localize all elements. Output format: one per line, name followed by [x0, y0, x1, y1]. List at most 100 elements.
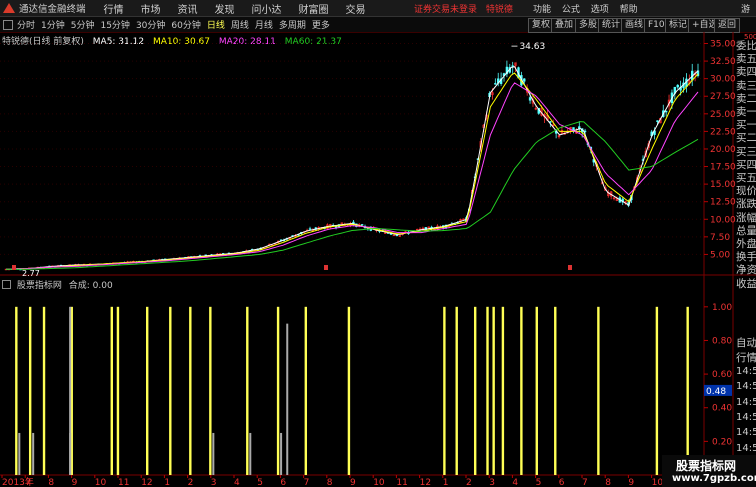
x-tick-label-27: 9: [628, 478, 634, 487]
signal-bar-24: [655, 306, 659, 475]
ma-line-ma60: [6, 121, 699, 270]
signal-bar-23: [597, 306, 600, 475]
secondary-bar-4: [212, 432, 215, 475]
back-button[interactable]: 返回: [714, 18, 741, 33]
app-title: 通达信金融终端: [19, 4, 86, 15]
signal-bar-15: [455, 306, 458, 475]
x-tick-label-16: 10: [373, 478, 385, 487]
x-tick-label-15: 9: [350, 478, 356, 487]
y-tick-label-10: 30.00: [710, 75, 736, 85]
x-tick-label-5: 11: [118, 478, 129, 487]
period-tick[interactable]: 分时: [17, 18, 35, 31]
ind-current-value: 0.48: [706, 387, 726, 397]
x-tick-label-10: 4: [234, 478, 240, 487]
y-tick-label-1: 7.50: [710, 233, 730, 243]
period-5min[interactable]: 5分钟: [71, 18, 95, 31]
menu-item-market[interactable]: 市场: [141, 1, 161, 16]
ma-line-ma10: [5, 72, 699, 270]
menu-item-trade[interactable]: 交易: [346, 1, 366, 16]
time-row-5: 14:50: [736, 442, 756, 454]
time-row-0: 14:50: [736, 366, 756, 377]
low-label: 2.77: [22, 269, 40, 278]
overlay-button[interactable]: 叠加: [551, 18, 578, 33]
period-weekly[interactable]: 周线: [231, 18, 249, 31]
x-tick-label-22: 4: [512, 478, 518, 487]
secondary-bar-3: [69, 432, 72, 475]
candle-body: [656, 120, 659, 122]
period-30min[interactable]: 30分钟: [136, 18, 165, 31]
login-warning[interactable]: 证券交易未登录: [414, 5, 477, 15]
signal-bar-11: [276, 306, 280, 475]
x-tick-label-3: 9: [72, 478, 78, 487]
signal-bar-4: [110, 306, 113, 475]
y-tick-label-9: 27.50: [710, 92, 736, 102]
y-tick-label-12: 35.00: [710, 40, 736, 50]
menu-function[interactable]: 功能: [533, 5, 551, 15]
right-label-18: 收益: [736, 277, 756, 290]
ma-line-ma20: [5, 82, 699, 270]
y-tick-label-7: 22.50: [710, 127, 736, 137]
menu-item-quotes[interactable]: 行情: [104, 1, 124, 16]
x-tick-label-2: 8: [48, 478, 54, 487]
watermark-title: 股票指标网: [676, 459, 737, 473]
x-tick-label-20: 2: [466, 478, 472, 487]
secondary-bar-1: [32, 432, 35, 475]
x-tick-label-4: 10: [95, 478, 107, 487]
signal-bar-10: [246, 306, 249, 475]
time-row-1: 14:50: [736, 381, 756, 393]
stock-tag: 特锐德: [485, 5, 513, 15]
period-more[interactable]: 更多: [312, 18, 330, 31]
period-60min[interactable]: 60分钟: [171, 18, 200, 31]
right-mid-label-0: 自动: [736, 337, 756, 349]
panel-toggle-icon[interactable]: [3, 19, 13, 30]
period-1min[interactable]: 1分钟: [41, 18, 65, 31]
period-monthly[interactable]: 月线: [255, 18, 273, 31]
signal-bar-2: [42, 306, 46, 475]
x-tick-label-23: 5: [536, 478, 542, 487]
right-menu: 功能 公式 选项 帮助: [533, 2, 646, 15]
signal-bar-7: [169, 306, 172, 475]
candle-body: [308, 228, 312, 230]
signal-bar-8: [189, 306, 192, 475]
signal-bar-19: [501, 306, 505, 475]
ind-y-tick-label-0: 0.20: [712, 437, 732, 447]
menu-help[interactable]: 帮助: [620, 5, 638, 15]
menu-item-news[interactable]: 资讯: [178, 1, 198, 16]
period-multi[interactable]: 多周期: [279, 18, 306, 31]
signal-bar-12: [304, 306, 308, 475]
x-tick-label-19: 1: [443, 478, 449, 487]
menu-item-discover[interactable]: 发现: [215, 1, 235, 16]
candle-body: [572, 127, 575, 131]
event-marker-1: [324, 265, 328, 270]
candle-body: [360, 224, 364, 226]
signal-bar-0: [15, 306, 18, 475]
candle-body: [523, 78, 526, 82]
period-15min[interactable]: 15分钟: [100, 18, 129, 31]
y-tick-label-6: 20.00: [710, 145, 736, 155]
signal-bar-25: [686, 306, 689, 475]
secondary-bar-7: [286, 323, 289, 475]
x-tick-label-11: 5: [257, 478, 263, 487]
menu-options[interactable]: 选项: [591, 5, 609, 15]
ind-y-tick-label-2: 0.60: [712, 370, 732, 380]
signal-bar-21: [535, 306, 538, 475]
y-tick-label-0: 5.00: [710, 250, 730, 260]
candle-body: [427, 226, 430, 229]
menu-item-wealth[interactable]: 财富圈: [299, 1, 329, 16]
x-tick-label-25: 7: [582, 478, 588, 487]
signal-bar-16: [473, 306, 477, 475]
high-label: 34.63: [519, 42, 545, 52]
right-mid-label-1: 行情: [736, 352, 756, 364]
x-tick-label-14: 8: [327, 478, 333, 487]
signal-bar-14: [443, 306, 446, 475]
menu-formula[interactable]: 公式: [562, 5, 580, 15]
main-chart[interactable]: 5.007.5010.0012.5015.0017.5020.0022.5025…: [0, 32, 756, 487]
watermark-url: www.7gpzb.com: [672, 473, 756, 484]
menu-item-ask[interactable]: 问小达: [252, 1, 282, 16]
event-marker-2: [568, 265, 572, 270]
period-daily[interactable]: 日线: [207, 18, 225, 31]
x-tick-label-9: 3: [211, 478, 217, 487]
candle-body: [528, 97, 532, 101]
x-tick-label-18: 12: [420, 478, 431, 487]
indicator-toggle-icon[interactable]: [2, 280, 11, 289]
